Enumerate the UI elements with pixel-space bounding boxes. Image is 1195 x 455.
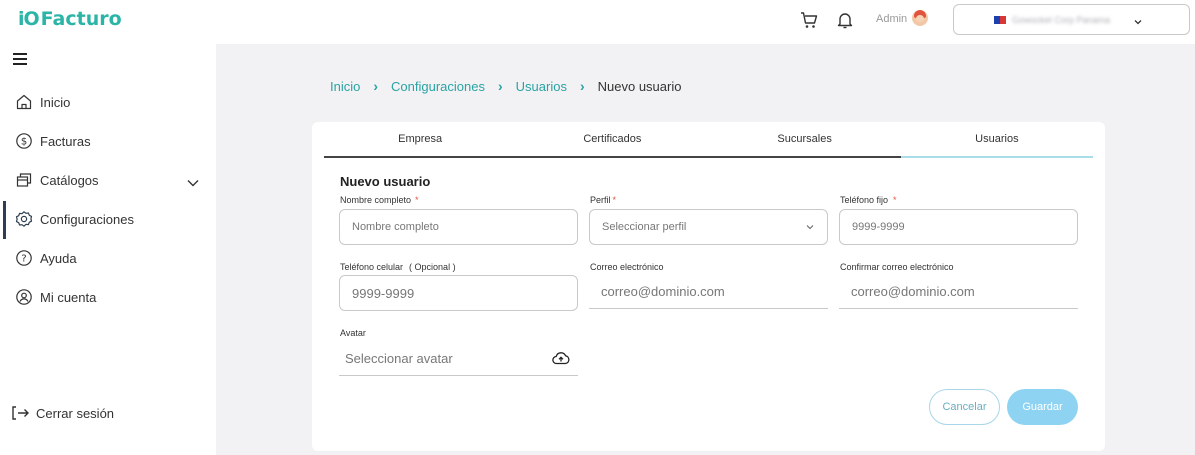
avatar-upload-value: Seleccionar avatar bbox=[345, 351, 453, 366]
cart-icon[interactable] bbox=[799, 10, 819, 30]
logout-icon bbox=[10, 403, 30, 423]
breadcrumb-link-usuarios[interactable]: Usuarios bbox=[516, 79, 567, 94]
active-indicator bbox=[3, 201, 6, 239]
svg-text:?: ? bbox=[21, 254, 26, 265]
sidebar-item-inicio[interactable]: Inicio bbox=[14, 92, 70, 112]
sidebar-item-label: Catálogos bbox=[40, 172, 99, 188]
mobile-label: Teléfono celular ( Opcional ) bbox=[340, 262, 456, 272]
dollar-circle-icon: $ bbox=[14, 131, 34, 151]
required-mark: * bbox=[893, 195, 897, 205]
sidebar: Inicio $ Facturas Catálogos Configuracio… bbox=[0, 44, 216, 455]
profile-select-value: Seleccionar perfil bbox=[602, 221, 687, 233]
profile-label-text: Perfil bbox=[590, 195, 611, 205]
landline-input[interactable]: 9999-9999 bbox=[839, 209, 1078, 245]
user-name[interactable]: Admin bbox=[876, 13, 907, 25]
logout-button[interactable]: Cerrar sesión bbox=[10, 403, 114, 423]
profile-label: Perfil * bbox=[590, 195, 616, 205]
chevron-down-icon bbox=[805, 222, 815, 235]
required-mark: * bbox=[415, 195, 419, 205]
breadcrumb-link-configuraciones[interactable]: Configuraciones bbox=[391, 79, 485, 94]
main-content: Inicio › Configuraciones › Usuarios › Nu… bbox=[216, 44, 1195, 455]
cancel-button[interactable]: Cancelar bbox=[929, 389, 1000, 425]
sidebar-item-label: Mi cuenta bbox=[40, 289, 97, 305]
sidebar-item-facturas[interactable]: $ Facturas bbox=[14, 131, 91, 151]
tab-bar: Empresa Certificados Sucursales Usuarios bbox=[324, 122, 1093, 158]
sidebar-item-label: Facturas bbox=[40, 133, 91, 149]
email-input[interactable]: correo@dominio.com bbox=[589, 275, 828, 309]
chevron-right-icon: › bbox=[579, 78, 585, 94]
tab-certificados[interactable]: Certificados bbox=[516, 122, 709, 158]
help-icon: ? bbox=[14, 248, 34, 268]
tab-usuarios[interactable]: Usuarios bbox=[900, 122, 1093, 158]
landline-label-text: Teléfono fijo bbox=[840, 195, 889, 205]
company-select[interactable]: Gowocket Corp Panama bbox=[953, 4, 1190, 35]
company-name: Gowocket Corp Panama bbox=[1012, 14, 1111, 25]
profile-select[interactable]: Seleccionar perfil bbox=[589, 209, 828, 245]
sidebar-item-mi-cuenta[interactable]: Mi cuenta bbox=[14, 287, 96, 307]
confirm-email-label: Confirmar correo electrónico bbox=[840, 262, 954, 272]
mobile-label-text: Teléfono celular bbox=[340, 262, 404, 272]
sidebar-item-label: Inicio bbox=[40, 94, 71, 110]
full-name-label: Nombre completo * bbox=[340, 195, 419, 205]
form-title: Nuevo usuario bbox=[340, 174, 431, 189]
logout-label: Cerrar sesión bbox=[36, 405, 115, 421]
sidebar-item-ayuda[interactable]: ? Ayuda bbox=[14, 248, 77, 268]
breadcrumb: Inicio › Configuraciones › Usuarios › Nu… bbox=[330, 78, 681, 94]
svg-text:$: $ bbox=[21, 137, 27, 148]
chevron-right-icon: › bbox=[497, 78, 503, 94]
account-icon bbox=[14, 287, 34, 307]
tab-empresa[interactable]: Empresa bbox=[324, 122, 517, 158]
sidebar-item-label: Configuraciones bbox=[40, 211, 134, 227]
optional-mark: ( Opcional ) bbox=[409, 262, 456, 272]
chevron-right-icon: › bbox=[373, 78, 379, 94]
flag-icon bbox=[994, 15, 1006, 24]
landline-label: Teléfono fijo * bbox=[840, 195, 897, 205]
form-card: Empresa Certificados Sucursales Usuarios… bbox=[312, 122, 1105, 451]
required-mark: * bbox=[612, 195, 617, 205]
avatar[interactable] bbox=[912, 10, 928, 26]
mobile-input[interactable]: 9999-9999 bbox=[339, 275, 578, 311]
full-name-input[interactable]: Nombre completo bbox=[339, 209, 578, 245]
save-button[interactable]: Guardar bbox=[1007, 389, 1078, 425]
breadcrumb-current: Nuevo usuario bbox=[597, 78, 682, 94]
menu-icon[interactable] bbox=[13, 53, 27, 65]
avatar-label: Avatar bbox=[340, 328, 366, 338]
home-icon bbox=[14, 92, 34, 112]
tab-sucursales[interactable]: Sucursales bbox=[708, 122, 901, 158]
catalog-icon bbox=[14, 170, 34, 190]
chevron-down-icon[interactable] bbox=[186, 175, 200, 193]
cloud-upload-icon[interactable] bbox=[552, 351, 570, 368]
gear-icon bbox=[14, 209, 34, 229]
app-logo[interactable]: iO Facturo bbox=[18, 8, 122, 30]
email-label: Correo electrónico bbox=[590, 262, 664, 272]
confirm-email-input[interactable]: correo@dominio.com bbox=[839, 275, 1078, 309]
breadcrumb-link-inicio[interactable]: Inicio bbox=[330, 79, 360, 94]
sidebar-item-configuraciones[interactable]: Configuraciones bbox=[14, 209, 134, 229]
logo-text: Facturo bbox=[40, 8, 122, 30]
sidebar-item-catalogos[interactable]: Catálogos bbox=[14, 170, 99, 190]
full-name-label-text: Nombre completo bbox=[340, 195, 412, 205]
bell-icon[interactable] bbox=[835, 10, 855, 30]
chevron-down-icon bbox=[1133, 14, 1143, 32]
top-bar: iO Facturo Admin Gowocket Corp Panama bbox=[0, 0, 1195, 44]
logo-mark: iO bbox=[18, 8, 40, 30]
avatar-upload[interactable]: Seleccionar avatar bbox=[339, 342, 578, 376]
sidebar-item-label: Ayuda bbox=[40, 250, 77, 266]
